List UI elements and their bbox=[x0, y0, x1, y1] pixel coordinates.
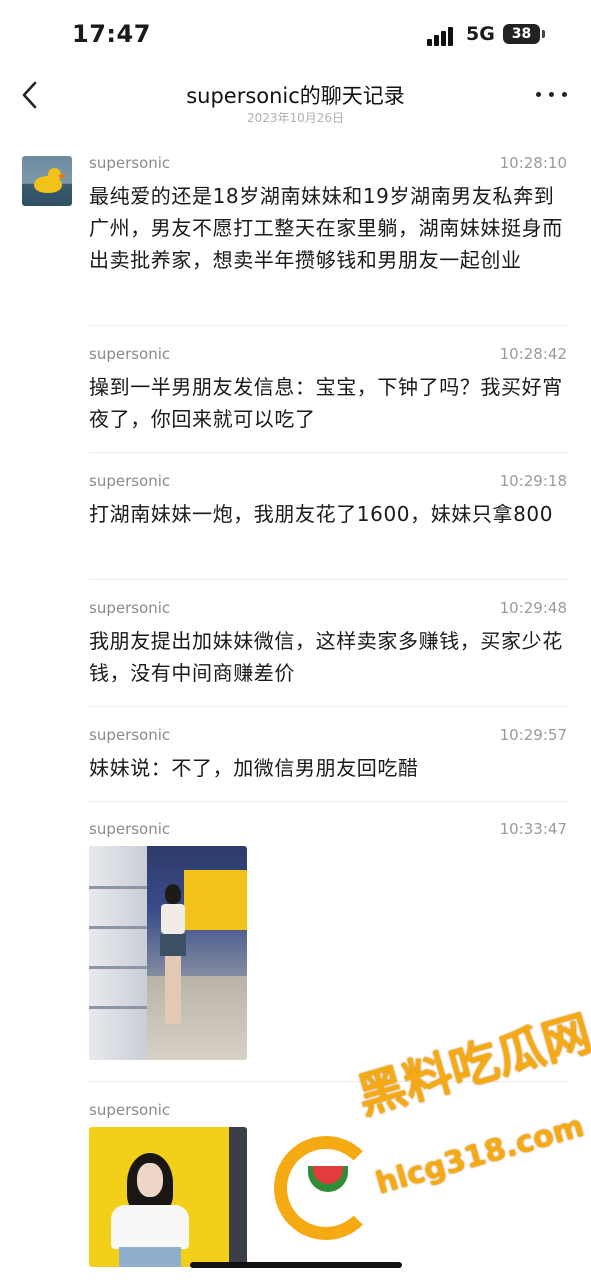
message-time: 10:28:10 bbox=[499, 154, 567, 172]
message-time: 10:33:47 bbox=[499, 820, 567, 838]
message-time: 10:28:42 bbox=[499, 345, 567, 363]
divider bbox=[89, 452, 569, 453]
sender-name: supersonic bbox=[89, 820, 171, 838]
avatar[interactable] bbox=[22, 156, 72, 206]
more-button[interactable] bbox=[534, 84, 570, 104]
page-title: supersonic的聊天记录 bbox=[186, 84, 405, 108]
message-item: supersonic 10:29:18 打湖南妹妹一炮，我朋友花了1600，妹妹… bbox=[89, 472, 569, 530]
message-text: 妹妹说：不了，加微信男朋友回吃醋 bbox=[89, 756, 419, 780]
message-text: 打湖南妹妹一炮，我朋友花了1600，妹妹只拿800 bbox=[89, 502, 554, 526]
signal-icon bbox=[427, 26, 455, 46]
divider bbox=[89, 325, 569, 326]
message-photo[interactable] bbox=[89, 1127, 247, 1267]
sender-name: supersonic bbox=[89, 154, 171, 172]
message-photo[interactable] bbox=[89, 846, 247, 1060]
divider bbox=[89, 801, 569, 802]
message-time: 10:29:48 bbox=[499, 599, 567, 617]
sender-name: supersonic bbox=[89, 345, 171, 363]
sender-name: supersonic bbox=[89, 472, 171, 490]
status-bar: 17:47 5G 38 bbox=[0, 0, 591, 70]
nav-bar: supersonic的聊天记录 2023年10月26日 bbox=[0, 70, 591, 130]
message-item: supersonic 10:28:42 操到一半男朋友发信息：宝宝，下钟了吗？我… bbox=[89, 345, 569, 435]
divider bbox=[89, 706, 569, 707]
message-item: supersonic 10:33:47 bbox=[89, 820, 569, 1060]
network-label: 5G bbox=[466, 23, 495, 45]
message-time: 10:29:57 bbox=[499, 726, 567, 744]
message-text: 操到一半男朋友发信息：宝宝，下钟了吗？我买好宵夜了，你回来就可以吃了 bbox=[89, 375, 563, 431]
message-time: 10:29:18 bbox=[499, 472, 567, 490]
status-time: 17:47 bbox=[72, 20, 151, 48]
message-item: supersonic 10:29:57 妹妹说：不了，加微信男朋友回吃醋 bbox=[89, 726, 569, 784]
message-text: 我朋友提出加妹妹微信，这样卖家多赚钱，买家少花钱，没有中间商赚差价 bbox=[89, 629, 563, 685]
message-item: supersonic 10:28:10 最纯爱的还是18岁湖南妹妹和19岁湖南男… bbox=[89, 154, 569, 276]
home-indicator[interactable] bbox=[190, 1262, 402, 1268]
page-subtitle: 2023年10月26日 bbox=[246, 111, 345, 125]
battery-tip bbox=[542, 30, 545, 38]
divider bbox=[89, 1081, 569, 1082]
sender-name: supersonic bbox=[89, 726, 171, 744]
more-dots-icon bbox=[536, 92, 541, 97]
message-item: supersonic bbox=[89, 1101, 569, 1267]
message-item: supersonic 10:29:48 我朋友提出加妹妹微信，这样卖家多赚钱，买… bbox=[89, 599, 569, 689]
battery-icon: 38 bbox=[503, 24, 540, 44]
message-text: 最纯爱的还是18岁湖南妹妹和19岁湖南男友私奔到广州，男友不愿打工整天在家里躺，… bbox=[89, 184, 563, 272]
divider bbox=[89, 579, 569, 580]
sender-name: supersonic bbox=[89, 599, 171, 617]
sender-name: supersonic bbox=[89, 1101, 171, 1119]
